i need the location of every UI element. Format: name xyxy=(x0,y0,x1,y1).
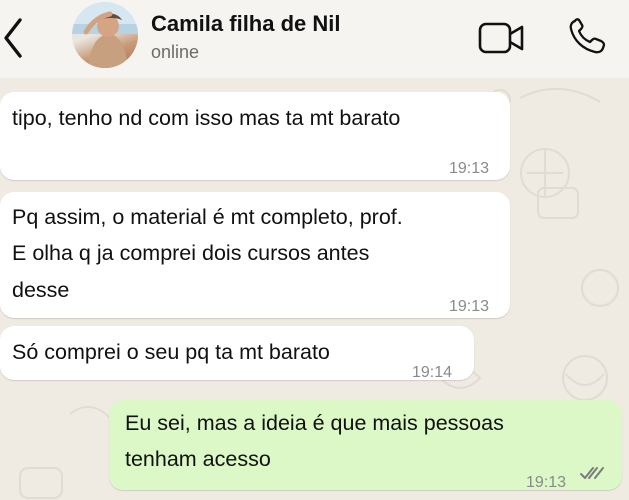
message-text: Eu sei, mas a ideia é que mais pessoas xyxy=(125,411,504,435)
chevron-left-icon[interactable] xyxy=(0,10,30,66)
read-double-check-icon xyxy=(580,467,604,479)
message-time: 19:13 xyxy=(449,298,490,315)
message-bubble-incoming[interactable]: Só comprei o seu pq ta mt barato 19:14 xyxy=(0,326,474,381)
message-text: Pq assim, o material é mt completo, prof… xyxy=(12,205,403,229)
avatar[interactable] xyxy=(72,2,138,68)
phone-icon[interactable] xyxy=(566,16,610,56)
message-text: Só comprei o seu pq ta mt barato xyxy=(12,340,330,364)
message-text: tenham acesso xyxy=(125,447,271,471)
message-list[interactable]: tipo, tenho nd com isso mas ta mt barato… xyxy=(0,78,629,500)
message-text: E olha q ja comprei dois cursos antes xyxy=(12,241,370,265)
message-bubble-incoming[interactable]: tipo, tenho nd com isso mas ta mt barato… xyxy=(0,92,510,180)
video-camera-icon[interactable] xyxy=(477,20,527,56)
message-bubble-incoming[interactable]: Pq assim, o material é mt completo, prof… xyxy=(0,192,510,318)
message-text: desse xyxy=(12,278,70,302)
message-bubble-outgoing[interactable]: Eu sei, mas a ideia é que mais pessoas t… xyxy=(109,400,622,491)
message-text: tipo, tenho nd com isso mas ta mt barato xyxy=(12,106,401,130)
contact-status: online xyxy=(151,42,200,62)
message-time: 19:14 xyxy=(412,364,453,381)
message-time: 19:13 xyxy=(449,160,490,177)
message-time: 19:13 xyxy=(526,474,567,491)
chat-header: Camila filha de Nil online xyxy=(0,0,629,78)
contact-name[interactable]: Camila filha de Nil xyxy=(151,11,341,37)
